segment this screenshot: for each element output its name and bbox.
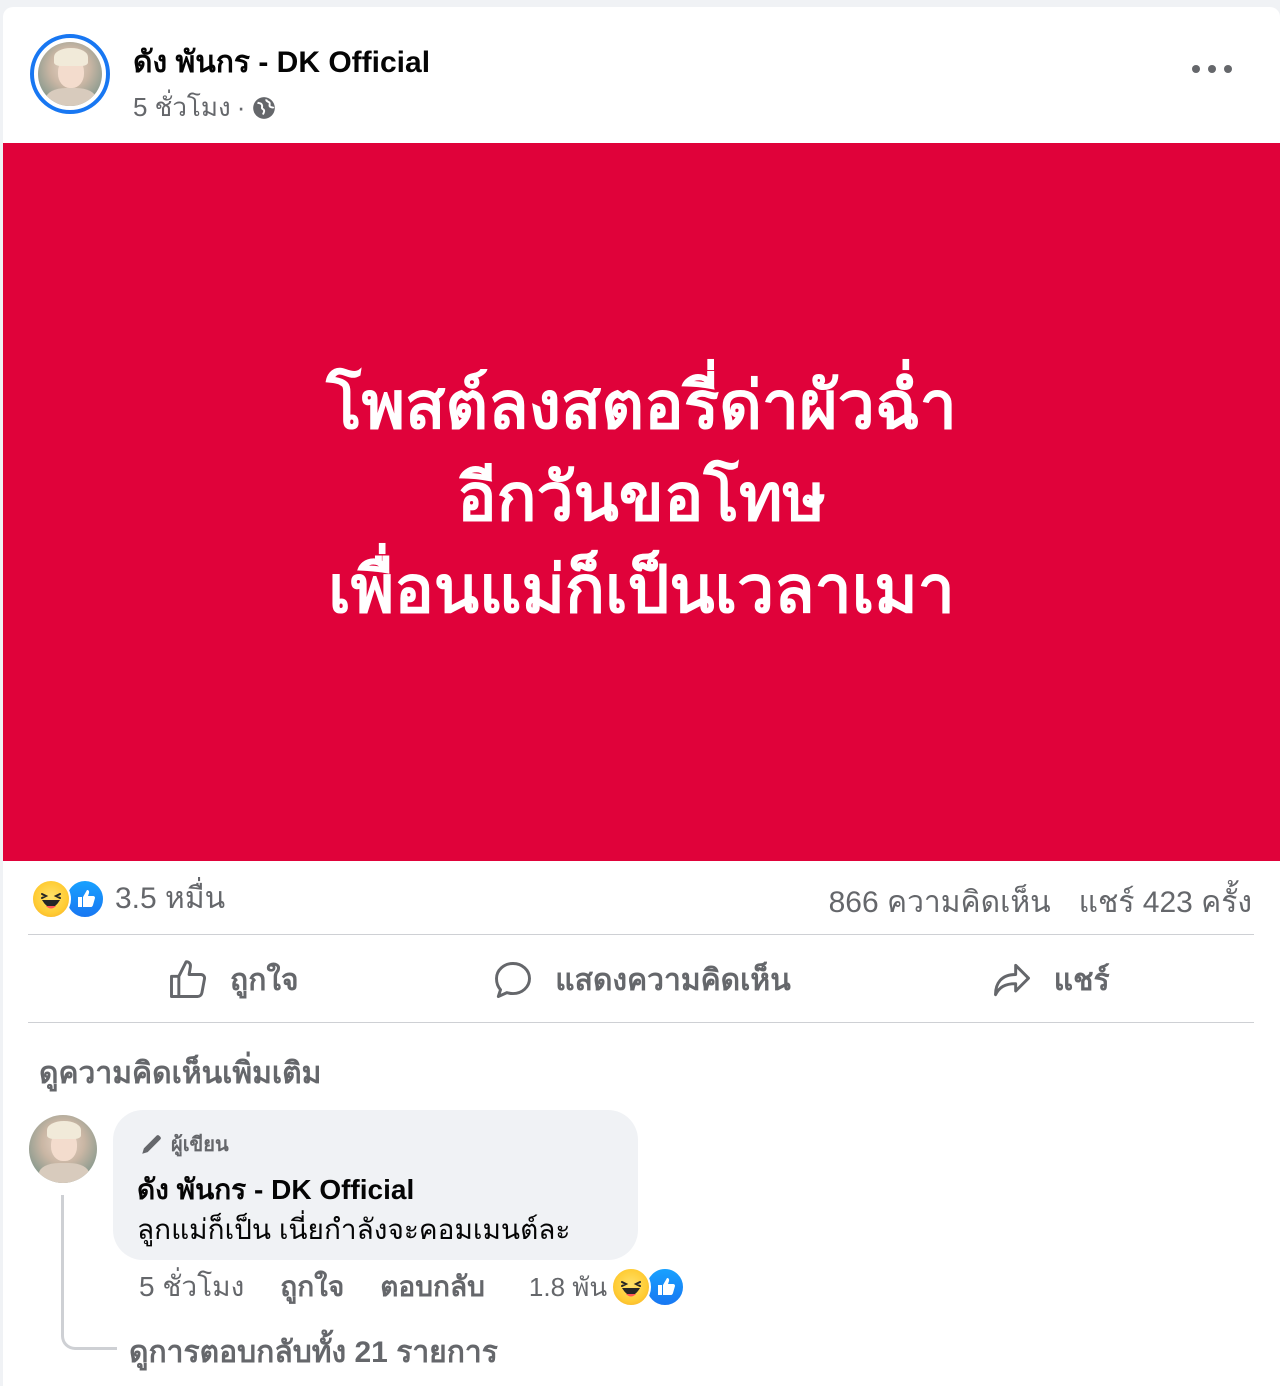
author-avatar[interactable] (30, 34, 110, 114)
like-button[interactable]: ถูกใจ (28, 957, 437, 1004)
comment-count[interactable]: 866 ความคิดเห็น (829, 886, 1051, 919)
divider (28, 934, 1254, 935)
author-badge: ผู้เขียน (139, 1128, 229, 1160)
comment-icon (495, 962, 532, 998)
reaction-count: 3.5 หมื่น (115, 882, 226, 915)
comment-author-name[interactable]: ดัง พันกร - DK Official (137, 1168, 414, 1212)
view-more-comments-link[interactable]: ดูความคิดเห็นเพิ่มเติม (39, 1050, 321, 1097)
author-badge-label: ผู้เขียน (171, 1134, 229, 1156)
like-reaction-icon (645, 1267, 686, 1307)
comment-like-button[interactable]: ถูกใจ (280, 1265, 344, 1309)
commenter-avatar[interactable] (29, 1115, 97, 1183)
share-label: แชร์ (1053, 963, 1110, 997)
comment-reaction-count[interactable]: 1.8 พัน (529, 1267, 607, 1308)
post-meta: 5 ชั่วโมง · (133, 87, 277, 128)
post-card: ดัง พันกร - DK Official 5 ชั่วโมง · โพสต… (3, 7, 1280, 1386)
pen-icon (142, 1135, 161, 1154)
reply-thread-line (61, 1195, 117, 1350)
post-author-name[interactable]: ดัง พันกร - DK Official (133, 39, 430, 86)
globe-icon (253, 96, 276, 119)
post-image-line-2: อีกวันขอโทษ (457, 460, 826, 534)
comment-time[interactable]: 5 ชั่วโมง (139, 1265, 244, 1309)
post-time[interactable]: 5 ชั่วโมง (133, 87, 231, 128)
view-all-replies-link[interactable]: ดูการตอบกลับทั้ง 21 รายการ (129, 1329, 498, 1376)
haha-reaction-icon (611, 1267, 652, 1307)
post-image-line-1: โพสต์ลงสตอรี่ด่าผัวฉ่ำ (326, 368, 957, 442)
comment-button[interactable]: แสดงความคิดเห็น (437, 957, 846, 1004)
more-options-button[interactable] (1192, 59, 1232, 79)
comment-text: ลูกแม่ก็เป็น เนี่ยกำลังจะคอมเมนต์ละ (137, 1214, 571, 1245)
comment-bubble: ผู้เขียน ดัง พันกร - DK Official ลูกแม่ก… (113, 1110, 638, 1260)
share-count[interactable]: แชร์ 423 ครั้ง (1079, 886, 1252, 919)
meta-separator: · (236, 92, 246, 122)
divider (28, 1022, 1254, 1023)
haha-reaction-icon (31, 878, 71, 919)
comment-reply-button[interactable]: ตอบกลับ (380, 1265, 485, 1309)
more-horizontal-icon (1192, 65, 1200, 73)
share-arrow-icon (993, 963, 1030, 997)
thumbs-up-icon (170, 960, 207, 998)
reaction-summary[interactable]: 3.5 หมื่น (31, 875, 225, 922)
post-action-bar: ถูกใจ แสดงความคิดเห็น แชร์ (28, 937, 1254, 1023)
post-image[interactable]: โพสต์ลงสตอรี่ด่าผัวฉ่ำ อีกวันขอโทษ เพื่อ… (3, 143, 1280, 861)
comment-actions: 5 ชั่วโมง ถูกใจ ตอบกลับ 1.8 พัน (139, 1265, 686, 1309)
like-label: ถูกใจ (230, 963, 299, 997)
avatar-image (38, 42, 102, 106)
post-stats: 866 ความคิดเห็น แชร์ 423 ครั้ง (829, 879, 1252, 926)
post-image-line-3: เพื่อนแม่ก็เป็นเวลาเมา (328, 552, 955, 626)
like-reaction-icon (65, 878, 105, 919)
comment-label: แสดงความคิดเห็น (555, 963, 791, 997)
share-button[interactable]: แชร์ (845, 957, 1254, 1004)
